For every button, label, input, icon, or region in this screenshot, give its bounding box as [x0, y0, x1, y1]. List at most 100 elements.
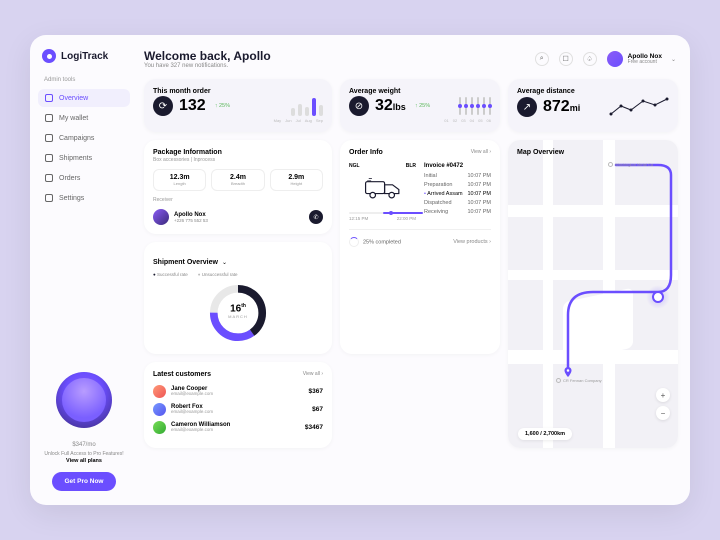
topbar-actions: ⌕ ☐ ♤ Apollo Nox Free account ⌄	[535, 51, 676, 67]
pro-upsell: $347/mo Unlock Full Access to Pro Featur…	[38, 372, 130, 491]
sidebar: LogiTrack Admin tools Overview My wallet…	[30, 35, 138, 505]
view-plans-link[interactable]: View all plans	[38, 458, 130, 464]
weight-sliders	[459, 97, 491, 115]
user-type: Free account	[628, 60, 662, 66]
package-sub: Box accessories | Inprocess	[153, 157, 323, 163]
view-all-customers[interactable]: View all ›	[303, 371, 323, 379]
invoice-block: Invoice #0472 Initial10:07 PM Preparatio…	[424, 163, 491, 221]
user-avatar	[607, 51, 623, 67]
wallet-icon	[45, 114, 53, 122]
metric-order-delta: ↑ 25%	[215, 103, 230, 109]
map-pin-icon	[562, 365, 574, 377]
welcome-sub: You have 327 new notifications.	[144, 63, 271, 69]
map-card[interactable]: Washington Metal Co CR Fennan Company Ma…	[508, 140, 678, 448]
metric-weight-delta: ↑ 25%	[415, 103, 430, 109]
pro-subtitle: Unlock Full Access to Pro Features!	[38, 451, 130, 457]
call-button[interactable]: ✆	[309, 210, 323, 224]
gear-icon	[45, 194, 53, 202]
nav-overview[interactable]: Overview	[38, 89, 130, 107]
nav-wallet[interactable]: My wallet	[38, 109, 130, 127]
customer-avatar	[153, 421, 166, 434]
progress-icon	[349, 237, 359, 247]
pro-avatar	[56, 372, 112, 428]
metric-distance-value: 872mi	[543, 98, 580, 116]
metric-weight-value: 32lbs	[375, 97, 406, 115]
zoom-out-button[interactable]: −	[656, 406, 670, 420]
topbar: Welcome back, Apollo You have 327 new no…	[144, 49, 676, 69]
nav-settings[interactable]: Settings	[38, 189, 130, 207]
zoom-in-button[interactable]: +	[656, 388, 670, 402]
chevron-down-icon: ⌄	[671, 56, 676, 63]
metric-distance-card: Average distance ↗ 872mi	[508, 79, 678, 132]
cube-icon: ⟳	[153, 96, 173, 116]
user-menu[interactable]: Apollo Nox Free account ⌄	[607, 51, 676, 67]
route-to: BLR	[406, 163, 416, 169]
order-progress-text: 25% completed	[349, 237, 401, 247]
nav-orders[interactable]: Orders	[38, 169, 130, 187]
brand-name: LogiTrack	[61, 51, 108, 62]
pro-price: $347/mo	[38, 434, 130, 449]
customer-row[interactable]: Jane Cooperemail@example.com$367	[153, 385, 323, 398]
welcome-title: Welcome back, Apollo	[144, 49, 271, 63]
metric-title: This month order	[153, 88, 323, 95]
receiver-avatar	[153, 209, 169, 225]
inbox-icon[interactable]: ☐	[559, 52, 573, 66]
shipment-legend: Successful rateUnsuccessful rate	[153, 272, 323, 277]
weight-icon: ⊘	[349, 96, 369, 116]
invoice-number: Invoice #0472	[424, 163, 491, 169]
route-progress	[349, 212, 416, 214]
package-card: Package Information Box accessories | In…	[144, 140, 332, 234]
nav-campaigns[interactable]: Campaigns	[38, 129, 130, 147]
customer-avatar	[153, 403, 166, 416]
nav-section-label: Admin tools	[38, 77, 130, 83]
search-icon[interactable]: ⌕	[535, 52, 549, 66]
shipment-title: Shipment Overview	[153, 259, 218, 266]
order-title: Order Info	[349, 149, 383, 156]
bell-icon[interactable]: ♤	[583, 52, 597, 66]
order-axis: MayJunJulAugSep	[153, 118, 323, 123]
weight-axis: 010203040506	[349, 118, 491, 123]
map-title: Map Overview	[517, 149, 669, 156]
nav-shipments[interactable]: Shipments	[38, 149, 130, 167]
get-pro-button[interactable]: Get Pro Now	[52, 472, 115, 491]
customer-row[interactable]: Robert Foxemail@example.com$67	[153, 403, 323, 416]
customers-title: Latest customers	[153, 371, 211, 378]
receiver-label: Receiver	[153, 197, 323, 203]
welcome-block: Welcome back, Apollo You have 327 new no…	[144, 49, 271, 69]
metric-order-card: This month order ⟳ 132 ↑ 25% MayJunJulAu…	[144, 79, 332, 132]
box-icon	[45, 154, 53, 162]
order-bar-chart	[291, 96, 323, 116]
metric-order-value: 132	[179, 97, 206, 115]
bag-icon	[45, 174, 53, 182]
package-title: Package Information	[153, 149, 323, 156]
map-scale: 1,600 / 2,700km	[518, 428, 572, 440]
shipment-donut: 16thMARCH	[153, 281, 323, 345]
shipment-card: Shipment Overview ⌄ Successful rateUnsucc…	[144, 242, 332, 354]
main-content: Welcome back, Apollo You have 327 new no…	[138, 35, 690, 505]
customer-avatar	[153, 385, 166, 398]
order-info-card: Order InfoView all › NGLBLR 12:15 PM22:0…	[340, 140, 500, 354]
distance-sparkline	[609, 96, 669, 118]
package-dimensions: 12.3mLength 2.4mBreadth 2.9mHeight	[153, 169, 323, 191]
map-current-location	[646, 285, 670, 309]
campaign-icon	[45, 134, 53, 142]
customers-card: Latest customers View all › Jane Cooperem…	[144, 362, 332, 448]
map-poi-2: CR Fennan Company	[556, 378, 602, 383]
chevron-down-icon[interactable]: ⌄	[222, 260, 227, 266]
metric-title: Average distance	[517, 88, 669, 95]
truck-icon	[364, 175, 402, 201]
route-from: NGL	[349, 163, 360, 169]
brand-icon	[42, 49, 56, 63]
route-icon: ↗	[517, 97, 537, 117]
brand-logo: LogiTrack	[38, 49, 130, 63]
app-window: LogiTrack Admin tools Overview My wallet…	[30, 35, 690, 505]
metric-title: Average weight	[349, 88, 491, 95]
grid-icon	[45, 94, 53, 102]
view-all-orders[interactable]: View all ›	[471, 149, 491, 157]
view-products-link[interactable]: View products ›	[453, 239, 491, 245]
metric-weight-card: Average weight ⊘ 32lbs ↑ 25% 01020304050…	[340, 79, 500, 132]
receiver-row: Apollo Nox+226 775 552 53 ✆	[153, 209, 323, 225]
map-zoom-controls: + −	[656, 388, 670, 420]
map-poi-1: Washington Metal Co	[608, 162, 653, 167]
customer-row[interactable]: Cameron Williamsonemail@example.com$3467	[153, 421, 323, 434]
